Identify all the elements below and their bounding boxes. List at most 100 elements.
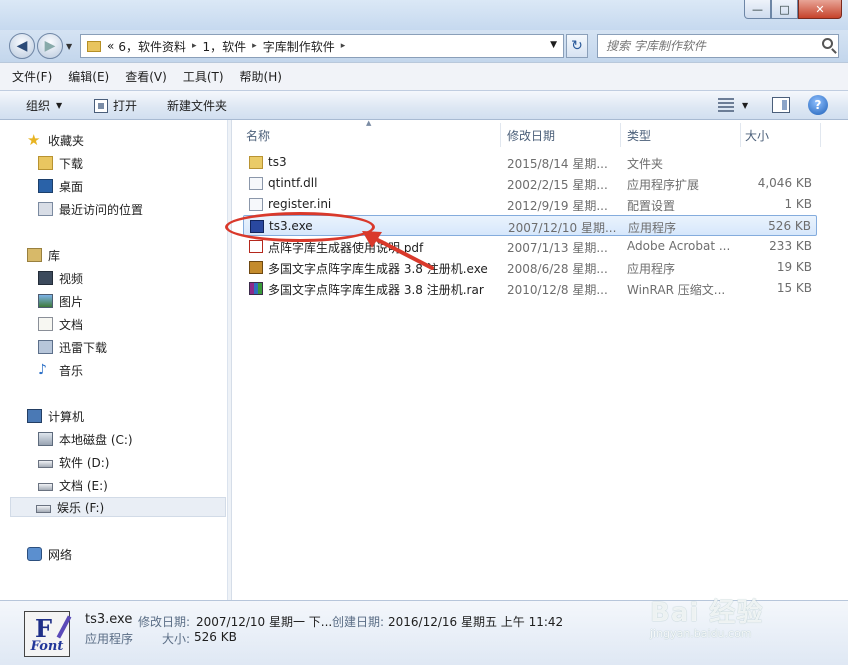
breadcrumb-separator-icon[interactable]: ▸ bbox=[252, 41, 257, 51]
file-row[interactable]: 多国文字点阵字库生成器 3.8 注册机.exe 2008/6/28 星期... … bbox=[243, 257, 817, 278]
help-icon[interactable]: ? bbox=[808, 95, 828, 115]
drive-icon bbox=[36, 505, 51, 513]
nav-network[interactable]: 网络 bbox=[27, 544, 72, 564]
file-row[interactable]: register.ini 2012/9/19 星期... 配置设置 1 KB bbox=[243, 194, 817, 215]
file-date: 2007/1/13 星期... bbox=[507, 241, 608, 255]
file-date: 2002/2/15 星期... bbox=[507, 178, 608, 192]
pane-splitter[interactable] bbox=[228, 120, 232, 600]
search-icon[interactable] bbox=[822, 38, 833, 49]
nav-videos[interactable]: 视频 bbox=[38, 268, 83, 288]
column-header-size[interactable]: 大小 bbox=[745, 123, 821, 147]
nav-drive-d[interactable]: 软件 (D:) bbox=[38, 452, 109, 472]
recent-places-icon bbox=[38, 202, 53, 216]
address-bar-row: ◀ ▶ ▼ « 6，软件资料 ▸ 1，软件 ▸ 字库制作软件 ▸ ▼ ↻ bbox=[0, 30, 848, 62]
menu-view[interactable]: 查看(V) bbox=[125, 68, 167, 85]
breadcrumb-item[interactable]: 6，软件资料 bbox=[118, 38, 186, 55]
column-header-date[interactable]: 修改日期 bbox=[507, 123, 621, 147]
new-folder-button[interactable]: 新建文件夹 bbox=[167, 97, 227, 114]
file-row-selected[interactable]: ts3.exe 2007/12/10 星期... 应用程序 526 KB bbox=[243, 215, 817, 236]
breadcrumb-item[interactable]: 1，软件 bbox=[203, 38, 247, 55]
font-app-icon bbox=[250, 220, 264, 233]
menu-file[interactable]: 文件(F) bbox=[12, 68, 52, 85]
modified-value: 2007/12/10 星期一 下... bbox=[196, 615, 333, 629]
nav-xunlei-downloads[interactable]: 迅雷下载 bbox=[38, 337, 107, 357]
nav-pictures[interactable]: 图片 bbox=[38, 291, 83, 311]
size-label: 大小: bbox=[162, 632, 191, 646]
nav-drive-f[interactable]: 娱乐 (F:) bbox=[10, 497, 226, 517]
drive-icon bbox=[38, 460, 53, 468]
file-date: 2008/6/28 星期... bbox=[507, 262, 608, 276]
pictures-icon bbox=[38, 294, 53, 308]
preview-pane-icon[interactable] bbox=[772, 97, 790, 113]
column-header-name[interactable]: 名称 bbox=[246, 123, 501, 147]
nav-label: 软件 (D:) bbox=[59, 455, 110, 470]
desktop-icon bbox=[38, 179, 53, 193]
file-size: 4,046 KB bbox=[757, 176, 812, 190]
nav-favorites[interactable]: ★ 收藏夹 bbox=[27, 130, 84, 150]
file-list: 名称 ▲ 修改日期 类型 大小 ts3 2015/8/14 星期... 文件夹 … bbox=[233, 119, 848, 600]
breadcrumb-separator-icon[interactable]: ▸ bbox=[192, 41, 197, 51]
breadcrumb-item[interactable]: 字库制作软件 bbox=[263, 38, 335, 55]
nav-recent-places[interactable]: 最近访问的位置 bbox=[38, 199, 143, 219]
nav-music[interactable]: ♪ 音乐 bbox=[38, 360, 83, 380]
file-type: 应用程序 bbox=[627, 262, 676, 276]
address-dropdown-icon[interactable]: ▼ bbox=[550, 40, 557, 50]
file-size: 15 KB bbox=[776, 281, 812, 295]
chevron-down-icon: ▼ bbox=[56, 101, 63, 110]
breadcrumb-overflow[interactable]: « bbox=[107, 39, 114, 53]
letter-f-glyph: F bbox=[35, 614, 53, 643]
size-value: 526 KB bbox=[194, 630, 237, 644]
file-name: qtintf.dll bbox=[268, 176, 318, 190]
file-type: 应用程序 bbox=[628, 221, 677, 235]
file-row[interactable]: 点阵字库生成器使用说明.pdf 2007/1/13 星期... Adobe Ac… bbox=[243, 236, 817, 257]
organize-label: 组织 bbox=[26, 99, 51, 113]
organize-button[interactable]: 组织 ▼ bbox=[26, 97, 62, 114]
open-button[interactable]: 打开 bbox=[94, 97, 137, 114]
nav-drive-c[interactable]: 本地磁盘 (C:) bbox=[38, 429, 133, 449]
created-value: 2016/12/16 星期五 上午 11:42 bbox=[388, 615, 564, 629]
maximize-button[interactable]: □ bbox=[771, 0, 798, 19]
libraries-icon bbox=[27, 248, 42, 262]
menu-help[interactable]: 帮助(H) bbox=[240, 68, 282, 85]
nav-documents[interactable]: 文档 bbox=[38, 314, 83, 334]
computer-icon bbox=[27, 409, 42, 423]
main-area: ★ 收藏夹 下载 桌面 最近访问的位置 库 视频 图片 文档 迅雷下载 ♪ 音乐… bbox=[0, 119, 848, 600]
menu-edit[interactable]: 编辑(E) bbox=[68, 68, 109, 85]
nav-label: 收藏夹 bbox=[48, 133, 85, 148]
file-row[interactable]: 多国文字点阵字库生成器 3.8 注册机.rar 2010/12/8 星期... … bbox=[243, 278, 817, 299]
file-name: ts3.exe bbox=[269, 219, 313, 233]
pdf-icon bbox=[249, 240, 263, 253]
nav-downloads[interactable]: 下载 bbox=[38, 153, 83, 173]
close-button[interactable]: ✕ bbox=[798, 0, 842, 19]
file-size: 233 KB bbox=[769, 239, 812, 253]
downloads-folder-icon bbox=[38, 156, 53, 170]
minimize-button[interactable]: — bbox=[744, 0, 771, 19]
details-file-name: ts3.exe bbox=[85, 612, 133, 627]
file-type: Adobe Acrobat ... bbox=[627, 239, 731, 253]
nav-libraries[interactable]: 库 bbox=[27, 245, 60, 265]
file-row[interactable]: qtintf.dll 2002/2/15 星期... 应用程序扩展 4,046 … bbox=[243, 173, 817, 194]
refresh-button[interactable]: ↻ bbox=[566, 34, 588, 58]
view-options-dropdown-icon[interactable]: ▼ bbox=[742, 101, 748, 110]
drive-icon bbox=[38, 483, 53, 491]
address-field[interactable]: « 6，软件资料 ▸ 1，软件 ▸ 字库制作软件 ▸ ▼ bbox=[80, 34, 564, 58]
nav-label: 计算机 bbox=[48, 409, 85, 424]
file-row[interactable]: ts3 2015/8/14 星期... 文件夹 bbox=[243, 152, 817, 173]
file-type: 应用程序扩展 bbox=[627, 178, 700, 192]
search-box[interactable] bbox=[597, 34, 839, 58]
back-button[interactable]: ◀ bbox=[9, 33, 35, 59]
keygen-icon bbox=[249, 261, 263, 274]
column-header-type[interactable]: 类型 bbox=[627, 123, 741, 147]
change-view-icon[interactable] bbox=[718, 98, 734, 112]
menu-tools[interactable]: 工具(T) bbox=[183, 68, 224, 85]
nav-computer[interactable]: 计算机 bbox=[27, 406, 84, 426]
breadcrumb-separator-icon[interactable]: ▸ bbox=[341, 41, 346, 51]
nav-desktop[interactable]: 桌面 bbox=[38, 176, 83, 196]
nav-drive-e[interactable]: 文档 (E:) bbox=[38, 475, 108, 495]
forward-button[interactable]: ▶ bbox=[37, 33, 63, 59]
details-file-type: 应用程序 bbox=[85, 632, 134, 646]
search-input[interactable] bbox=[606, 39, 806, 53]
folder-icon bbox=[249, 156, 263, 169]
command-bar: 组织 ▼ 打开 新建文件夹 ▼ ? bbox=[0, 90, 848, 120]
recent-pages-dropdown[interactable]: ▼ bbox=[66, 42, 72, 51]
